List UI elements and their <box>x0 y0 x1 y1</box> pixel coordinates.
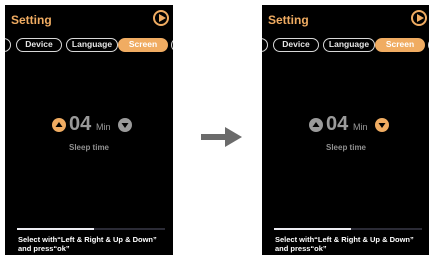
tab-screen[interactable]: Screen <box>375 38 425 52</box>
sleep-time-value: 04 <box>326 113 349 135</box>
increase-button[interactable] <box>52 118 66 132</box>
chevron-down-icon <box>118 118 132 132</box>
page-title: Setting <box>268 13 309 27</box>
tab-bar: Device Language Screen <box>262 38 429 52</box>
page-title: Setting <box>11 13 52 27</box>
sleep-time-value: 04 <box>69 113 92 135</box>
progress-fill <box>274 228 351 230</box>
instruction-line-1: Select with“Left & Right & Up & Down” <box>18 235 157 244</box>
play-icon[interactable] <box>411 10 427 26</box>
tab-partial-right[interactable] <box>171 38 173 52</box>
tab-device[interactable]: Device <box>273 38 319 52</box>
instruction-line-2: and press“ok” <box>275 244 327 253</box>
instruction-text: Select with“Left & Right & Up & Down” an… <box>275 235 414 253</box>
tab-bar: Device Language Screen <box>5 38 173 52</box>
progress-bar <box>274 228 422 230</box>
instruction-line-1: Select with“Left & Right & Up & Down” <box>275 235 414 244</box>
tab-screen[interactable]: Screen <box>118 38 168 52</box>
tab-language[interactable]: Language <box>66 38 118 52</box>
sleep-time-label: Sleep time <box>68 143 109 152</box>
chevron-up-icon <box>52 118 66 132</box>
sleep-time-unit: Min <box>96 122 111 132</box>
sleep-time-unit: Min <box>353 122 368 132</box>
play-icon[interactable] <box>153 10 169 26</box>
right-arrow-icon <box>201 127 242 147</box>
decrease-button[interactable] <box>118 118 132 132</box>
chevron-down-icon <box>375 118 389 132</box>
progress-bar <box>17 228 165 230</box>
tab-device[interactable]: Device <box>16 38 62 52</box>
decrease-button[interactable] <box>375 118 389 132</box>
increase-button[interactable] <box>309 118 323 132</box>
instruction-line-2: and press“ok” <box>18 244 70 253</box>
progress-fill <box>17 228 94 230</box>
chevron-up-icon <box>309 118 323 132</box>
tab-partial-left[interactable] <box>5 38 11 52</box>
device-screen-before: Setting Device Language Screen 04 Min Sl… <box>5 5 173 255</box>
tab-language[interactable]: Language <box>323 38 375 52</box>
device-screen-after: Setting Device Language Screen 04 Min Sl… <box>262 5 429 255</box>
tab-partial-left[interactable] <box>262 38 268 52</box>
instruction-text: Select with“Left & Right & Up & Down” an… <box>18 235 157 253</box>
sleep-time-label: Sleep time <box>325 143 366 152</box>
